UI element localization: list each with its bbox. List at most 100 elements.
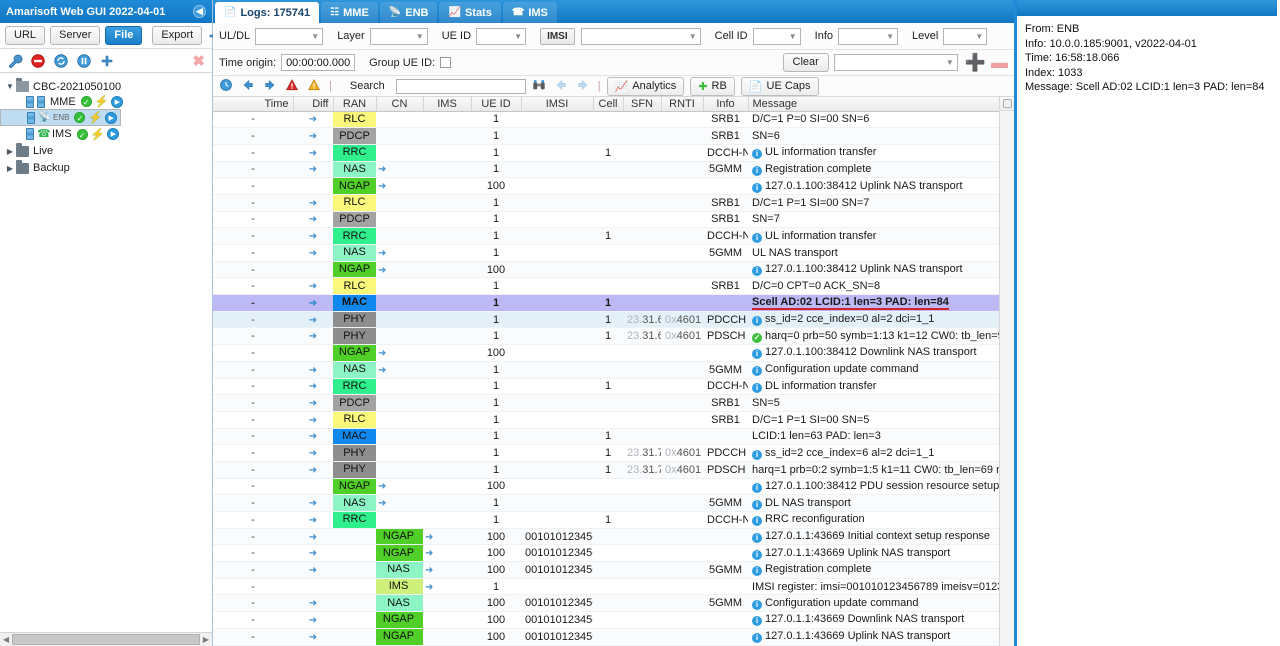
play-icon[interactable]: ▶ [105, 111, 118, 124]
col-sfn[interactable]: SFN [623, 97, 662, 112]
arrow-right-disabled-icon[interactable] [576, 78, 592, 94]
col-cn[interactable]: CN [376, 97, 424, 112]
table-row[interactable]: - ➜ RLC 1 SRB1 D/C=1 P=1 SI=00 SN=5 [213, 411, 1005, 429]
table-row[interactable]: - NGAP ➜ 100 i 127.0.1.100:38412 Downlink NAS… [213, 344, 1005, 362]
table-row[interactable]: - ➜ RLC 1 SRB1 D/C=0 CPT=0 ACK_SN=8 [213, 277, 1005, 296]
bolt-icon[interactable]: ⚡ [88, 111, 102, 124]
table-row[interactable]: -➜RRC11DCCH-NRiRRC reconfiguration [213, 511, 1005, 529]
imsi-button[interactable]: IMSI [540, 27, 575, 45]
server-button[interactable]: Server [50, 26, 101, 45]
table-row[interactable]: -➜NAS➜1000010101234567895GMMiRegistratio… [213, 561, 1005, 579]
table-row[interactable]: -➜RRC11DCCH-NRiUL information transfer [213, 144, 1005, 162]
tab-stats[interactable]: 📈 Stats [439, 2, 501, 23]
error-triangle-icon[interactable] [285, 78, 301, 94]
tree-item-enb[interactable]: 📡 ENB ✓ ⚡ ▶ [0, 109, 122, 126]
col-rnti[interactable]: RNTI [661, 97, 704, 112]
rb-button[interactable]: ✚ RB [690, 76, 735, 96]
table-row[interactable]: - ➜ RLC 1 SRB1 D/C=1 P=1 SI=00 SN=7 [213, 194, 1005, 212]
table-row[interactable]: - ➜ PDCP 1 SRB1 SN=7 [213, 211, 1005, 229]
col-imsi[interactable]: IMSI [521, 97, 594, 112]
play-icon[interactable]: ▶ [107, 128, 120, 140]
table-row[interactable]: -➜PHY1123.31.70x4601PDSCHharq=1 prb=0:2 … [213, 461, 1005, 479]
tab-enb[interactable]: 📡 ENB [379, 2, 438, 23]
scrollbar-thumb[interactable] [12, 634, 200, 645]
check-icon[interactable]: ✓ [76, 128, 88, 140]
clear-button[interactable]: Clear [782, 53, 829, 72]
table-row[interactable]: -➜PHY1123.31.70x4601PDCCHiss_id=2 cce_in… [213, 444, 1005, 462]
table-row[interactable]: -➜RRC11DCCH-NRiDL information transfer [213, 378, 1005, 396]
arrow-right-icon[interactable] [263, 78, 279, 94]
export-button[interactable]: Export [152, 26, 203, 45]
pause-icon[interactable] [76, 53, 92, 69]
uldl-select[interactable]: ▼ [255, 27, 324, 45]
binoculars-icon[interactable] [532, 78, 548, 94]
ueid-select[interactable]: ▼ [476, 27, 527, 45]
table-row[interactable]: - ➜ NGAP 100001010123456789 i127.0.1.1:43669… [213, 611, 1005, 629]
table-row[interactable]: -➜PHY1123.31.60x4601PDCCHiss_id=2 cce_in… [213, 311, 1005, 329]
tree-item-live[interactable]: ▶ Live [0, 142, 212, 159]
col-diff[interactable]: Diff [293, 97, 334, 112]
table-row[interactable]: -➜NGAP➜100001010123456789i127.0.1.1:4366… [213, 528, 1005, 546]
expand-toggle-icon[interactable]: ▼ [4, 82, 16, 91]
bolt-icon[interactable]: ⚡ [95, 95, 109, 108]
sidebar-horizontal-scrollbar[interactable]: ◀ ▶ [0, 632, 212, 646]
warning-triangle-icon[interactable] [307, 78, 323, 94]
table-row[interactable]: - ➜ MAC 1 1 Scell AD:02 LCID:1 len=3 PAD: len… [213, 294, 1005, 312]
col-ueid[interactable]: UE ID [471, 97, 522, 112]
tree-item-cbc[interactable]: ▼ CBC-2021050100 [0, 78, 212, 94]
bolt-icon[interactable]: ⚡ [91, 128, 105, 141]
tab-ims[interactable]: ☎ IMS [502, 2, 557, 23]
table-row[interactable]: -➜RRC11DCCH-NRiUL information transfer [213, 227, 1005, 245]
table-row[interactable]: - ➜ PDCP 1 SRB1 SN=6 [213, 127, 1005, 145]
table-row[interactable]: - ➜ NGAP 100001010123456789 i127.0.1.1:43669… [213, 628, 1005, 646]
url-button[interactable]: URL [5, 26, 46, 45]
stop-icon[interactable] [30, 53, 46, 69]
imsi-select[interactable]: ▼ [580, 27, 701, 45]
preset-select[interactable]: ▼ [833, 54, 958, 71]
file-button[interactable]: File [105, 26, 143, 45]
chevron-left-icon[interactable]: ◀ [193, 5, 206, 18]
col-info[interactable]: Info [703, 97, 749, 112]
table-row[interactable]: - ➜ RLC 1 SRB1 D/C=1 P=0 SI=00 SN=6 [213, 111, 1005, 129]
table-row[interactable]: - ➜ NAS ➜ 1 5GMM UL NAS transport [213, 244, 1005, 262]
level-select[interactable]: ▼ [943, 27, 988, 45]
tab-mme[interactable]: ☷ MME [321, 2, 378, 23]
col-time[interactable]: Time [213, 97, 294, 112]
tree-item-mme[interactable]: MME ✓ ⚡ ▶ [0, 94, 212, 109]
layer-select[interactable]: ▼ [369, 27, 428, 45]
table-row[interactable]: - NGAP ➜ 100 i 127.0.1.100:38412 Uplink NAS t… [213, 177, 1005, 195]
table-row[interactable]: - ➜ NAS ➜ 1 5GMM i Configuration update command [213, 361, 1005, 379]
arrow-left-icon[interactable] [241, 78, 257, 94]
table-row[interactable]: -➜PHY1123.31.60x4601PDSCH✓harq=0 prb=50 … [213, 327, 1005, 346]
col-ims[interactable]: IMS [423, 97, 472, 112]
scroll-left-icon[interactable]: ◀ [0, 635, 12, 644]
tree-item-backup[interactable]: ▶ Backup [0, 159, 212, 176]
remove-red-icon[interactable]: ▬ [991, 54, 1008, 71]
play-icon[interactable]: ▶ [111, 95, 124, 108]
add-node-icon[interactable] [99, 53, 115, 69]
clock-icon[interactable] [219, 78, 235, 94]
table-row[interactable]: - ➜ NAS ➜ 1 5GMM i DL NAS transport [213, 494, 1005, 512]
table-row[interactable]: - NGAP ➜ 100 i 127.0.1.100:38412 Uplink NAS t… [213, 261, 1005, 279]
expand-toggle-icon[interactable]: ▶ [4, 147, 16, 156]
arrow-left-disabled-icon[interactable] [554, 78, 570, 94]
col-cell[interactable]: Cell [593, 97, 624, 112]
check-icon[interactable]: ✓ [74, 112, 86, 123]
check-icon[interactable]: ✓ [80, 96, 92, 107]
scroll-right-icon[interactable]: ▶ [200, 635, 212, 644]
delete-x-icon[interactable]: ✖ [192, 52, 205, 70]
table-row[interactable]: - ➜ MAC 1 1 LCID:1 len=63 PAD: len=3 [213, 428, 1005, 446]
wrench-icon[interactable] [7, 53, 23, 69]
table-row[interactable]: -➜NGAP➜100001010123456789i127.0.1.1:4366… [213, 544, 1005, 563]
table-row[interactable]: -➜NAS1000010101234567895GMMiConfiguratio… [213, 594, 1005, 613]
analytics-button[interactable]: 📈 Analytics [606, 76, 685, 96]
table-row[interactable]: - ➜ NAS ➜ 1 5GMM i Registration complete [213, 161, 1005, 179]
ue-caps-button[interactable]: 📄 UE Caps [740, 76, 819, 96]
cellid-select[interactable]: ▼ [752, 27, 801, 45]
refresh-icon[interactable] [53, 53, 69, 69]
tab-logs[interactable]: 📄 Logs: 175741 [215, 2, 320, 23]
add-green-icon[interactable]: ➕ [965, 54, 986, 71]
info-select[interactable]: ▼ [838, 27, 898, 45]
table-row[interactable]: - IMS ➜ 1 IMSI register: imsi=00101012345678… [213, 578, 1005, 596]
col-ran[interactable]: RAN [333, 97, 377, 112]
